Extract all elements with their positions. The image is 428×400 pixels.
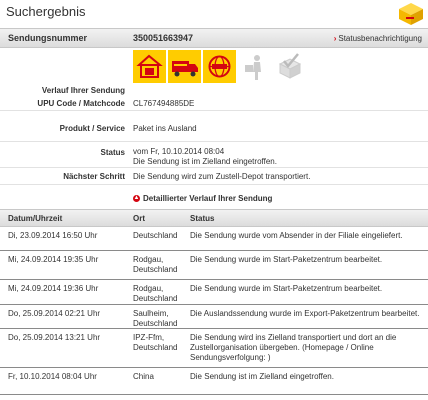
row-date: Do, 25.09.2014 13:21 Uhr	[8, 333, 101, 342]
table-row: Do, 25.09.2014 02:21 Uhr Saulheim, Deuts…	[0, 305, 428, 329]
row-ort: Deutschland	[133, 231, 178, 240]
row-ort: Rodgau, Deutschland	[133, 255, 178, 274]
row-date: Do, 25.09.2014 02:21 Uhr	[8, 309, 101, 318]
status-label: Status	[100, 148, 125, 157]
row-status: Die Sendung wurde im Start-Paketzentrum …	[190, 284, 383, 293]
verlauf-row: Verlauf Ihrer Sendung	[0, 86, 428, 96]
row-status: Die Sendung wurde im Start-Paketzentrum …	[190, 255, 383, 264]
shipment-header-bar: Sendungsnummer 350051663947 › Statusbenac…	[0, 28, 428, 48]
row-date: Di, 23.09.2014 16:50 Uhr	[8, 231, 98, 240]
row-ort: IPZ-Ffm, Deutschland	[133, 333, 178, 352]
page-title: Suchergebnis	[6, 4, 86, 19]
status-notification-label: Statusbenachrichtigung	[338, 34, 422, 43]
upu-row: UPU Code / Matchcode CL767494885DE	[0, 96, 428, 111]
row-ort: China	[133, 372, 154, 381]
status-row: Status vom Fr, 10.10.2014 08:04 Die Send…	[0, 142, 428, 168]
chevron-right-icon: ›	[333, 34, 337, 43]
history-table-header: Datum/Uhrzeit Ort Status	[0, 209, 428, 227]
upu-value: CL767494885DE	[133, 99, 195, 108]
produkt-label: Produkt / Service	[59, 124, 125, 133]
step-delivery-person-icon	[238, 50, 271, 83]
table-bottom-divider	[0, 394, 428, 395]
row-date: Mi, 24.09.2014 19:36 Uhr	[8, 284, 99, 293]
dhl-package-logo-icon	[399, 3, 423, 25]
status-value: vom Fr, 10.10.2014 08:04 Die Sendung ist…	[133, 147, 277, 167]
detail-heading: Detaillierter Verlauf Ihrer Sendung	[143, 194, 273, 203]
verlauf-label: Verlauf Ihrer Sendung	[41, 86, 125, 95]
table-row: Mi, 24.09.2014 19:36 Uhr Rodgau, Deutsch…	[0, 280, 428, 305]
next-step-row: Nächster Schritt Die Sendung wird zum Zu…	[0, 168, 428, 185]
row-ort: Saulheim, Deutschland	[133, 309, 178, 328]
produkt-row: Produkt / Service Paket ins Ausland	[0, 111, 428, 142]
row-status: Die Sendung ist im Zielland eingetroffen…	[190, 372, 334, 381]
status-notification-link[interactable]: › Statusbenachrichtigung	[334, 34, 422, 43]
step-truck-icon	[168, 50, 201, 83]
row-date: Fr, 10.10.2014 08:04 Uhr	[8, 372, 97, 381]
shipment-number-value: 350051663947	[133, 33, 194, 43]
upu-label: UPU Code / Matchcode	[37, 99, 125, 108]
produkt-value: Paket ins Ausland	[133, 124, 197, 133]
shipment-number-label: Sendungsnummer	[8, 33, 88, 43]
expand-icon: ▲	[133, 195, 140, 202]
column-header-ort: Ort	[133, 214, 145, 223]
next-step-value: Die Sendung wird zum Zustell-Depot trans…	[133, 172, 311, 181]
next-step-label: Nächster Schritt	[63, 172, 125, 181]
column-header-date: Datum/Uhrzeit	[8, 214, 63, 223]
table-row: Do, 25.09.2014 13:21 Uhr IPZ-Ffm, Deutsc…	[0, 329, 428, 368]
row-status: Die Sendung wurde vom Absender in der Fi…	[190, 231, 403, 240]
row-ort: Rodgau, Deutschland	[133, 284, 178, 303]
status-date: vom Fr, 10.10.2014 08:04	[133, 147, 225, 156]
step-globe-icon	[203, 50, 236, 83]
row-status: Die Auslandssendung wurde im Export-Pake…	[190, 309, 420, 318]
step-house-box-icon	[133, 50, 166, 83]
row-date: Mi, 24.09.2014 19:35 Uhr	[8, 255, 99, 264]
table-row: Di, 23.09.2014 16:50 Uhr Deutschland Die…	[0, 227, 428, 251]
column-header-status: Status	[190, 214, 215, 223]
status-text: Die Sendung ist im Zielland eingetroffen…	[133, 157, 277, 166]
table-row: Fr, 10.10.2014 08:04 Uhr China Die Sendu…	[0, 368, 428, 388]
row-status: Die Sendung wird ins Zielland transporti…	[190, 333, 397, 362]
table-row: Mi, 24.09.2014 19:35 Uhr Rodgau, Deutsch…	[0, 251, 428, 280]
detail-toggle[interactable]: ▲ Detaillierter Verlauf Ihrer Sendung	[0, 193, 428, 207]
step-checkbox-icon	[273, 50, 306, 83]
